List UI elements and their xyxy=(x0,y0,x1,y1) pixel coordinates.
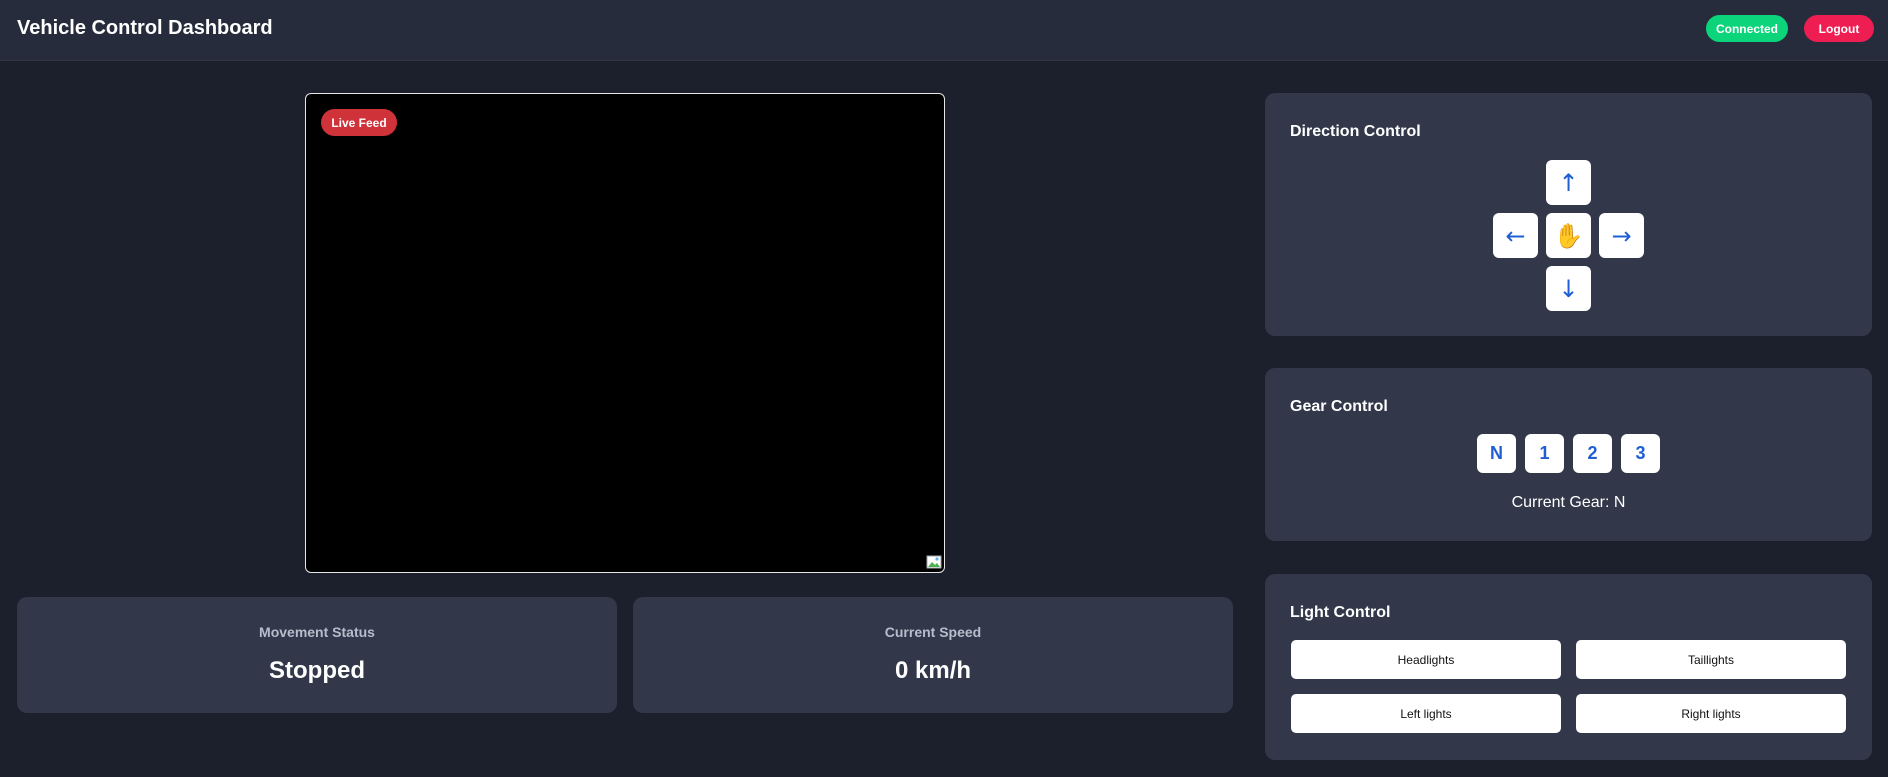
right-lights-button[interactable]: Right lights xyxy=(1576,694,1846,733)
gear-control-title: Gear Control xyxy=(1290,398,1388,415)
light-control-title: Light Control xyxy=(1290,604,1391,621)
taillights-button[interactable]: Taillights xyxy=(1576,640,1846,679)
live-feed-badge: Live Feed xyxy=(321,109,397,136)
gear-1-button[interactable]: 1 xyxy=(1525,434,1564,473)
down-arrow-button[interactable]: ↓ xyxy=(1546,266,1591,311)
current-gear-text: Current Gear: N xyxy=(1511,494,1626,511)
movement-status-value: Stopped xyxy=(269,657,365,684)
stop-hand-button[interactable]: ✋ xyxy=(1546,213,1591,258)
connection-status-badge: Connected xyxy=(1706,15,1788,42)
left-arrow-button[interactable]: ← xyxy=(1493,213,1538,258)
headlights-button[interactable]: Headlights xyxy=(1291,640,1561,679)
gear-control-panel: Gear Control xyxy=(1265,368,1872,541)
gear-2-button[interactable]: 2 xyxy=(1573,434,1612,473)
movement-status-label: Movement Status xyxy=(259,624,375,640)
right-arrow-button[interactable]: → xyxy=(1599,213,1644,258)
gear-n-button[interactable]: N xyxy=(1477,434,1516,473)
current-speed-value: 0 km/h xyxy=(894,657,972,684)
top-bar: Vehicle Control Dashboard Connected Logo… xyxy=(0,0,1888,61)
app-title: Vehicle Control Dashboard xyxy=(17,17,273,39)
left-lights-button[interactable]: Left lights xyxy=(1291,694,1561,733)
up-arrow-button[interactable]: ↑ xyxy=(1546,160,1591,205)
movement-status-card: Movement Status Stopped xyxy=(17,597,617,713)
current-speed-label: Current Speed xyxy=(884,624,982,640)
logout-button[interactable]: Logout xyxy=(1804,15,1874,42)
video-feed: Live Feed xyxy=(305,93,945,573)
broken-image-icon xyxy=(926,555,942,569)
gear-3-button[interactable]: 3 xyxy=(1621,434,1660,473)
current-speed-card: Current Speed 0 km/h xyxy=(633,597,1233,713)
direction-control-title: Direction Control xyxy=(1290,123,1421,140)
